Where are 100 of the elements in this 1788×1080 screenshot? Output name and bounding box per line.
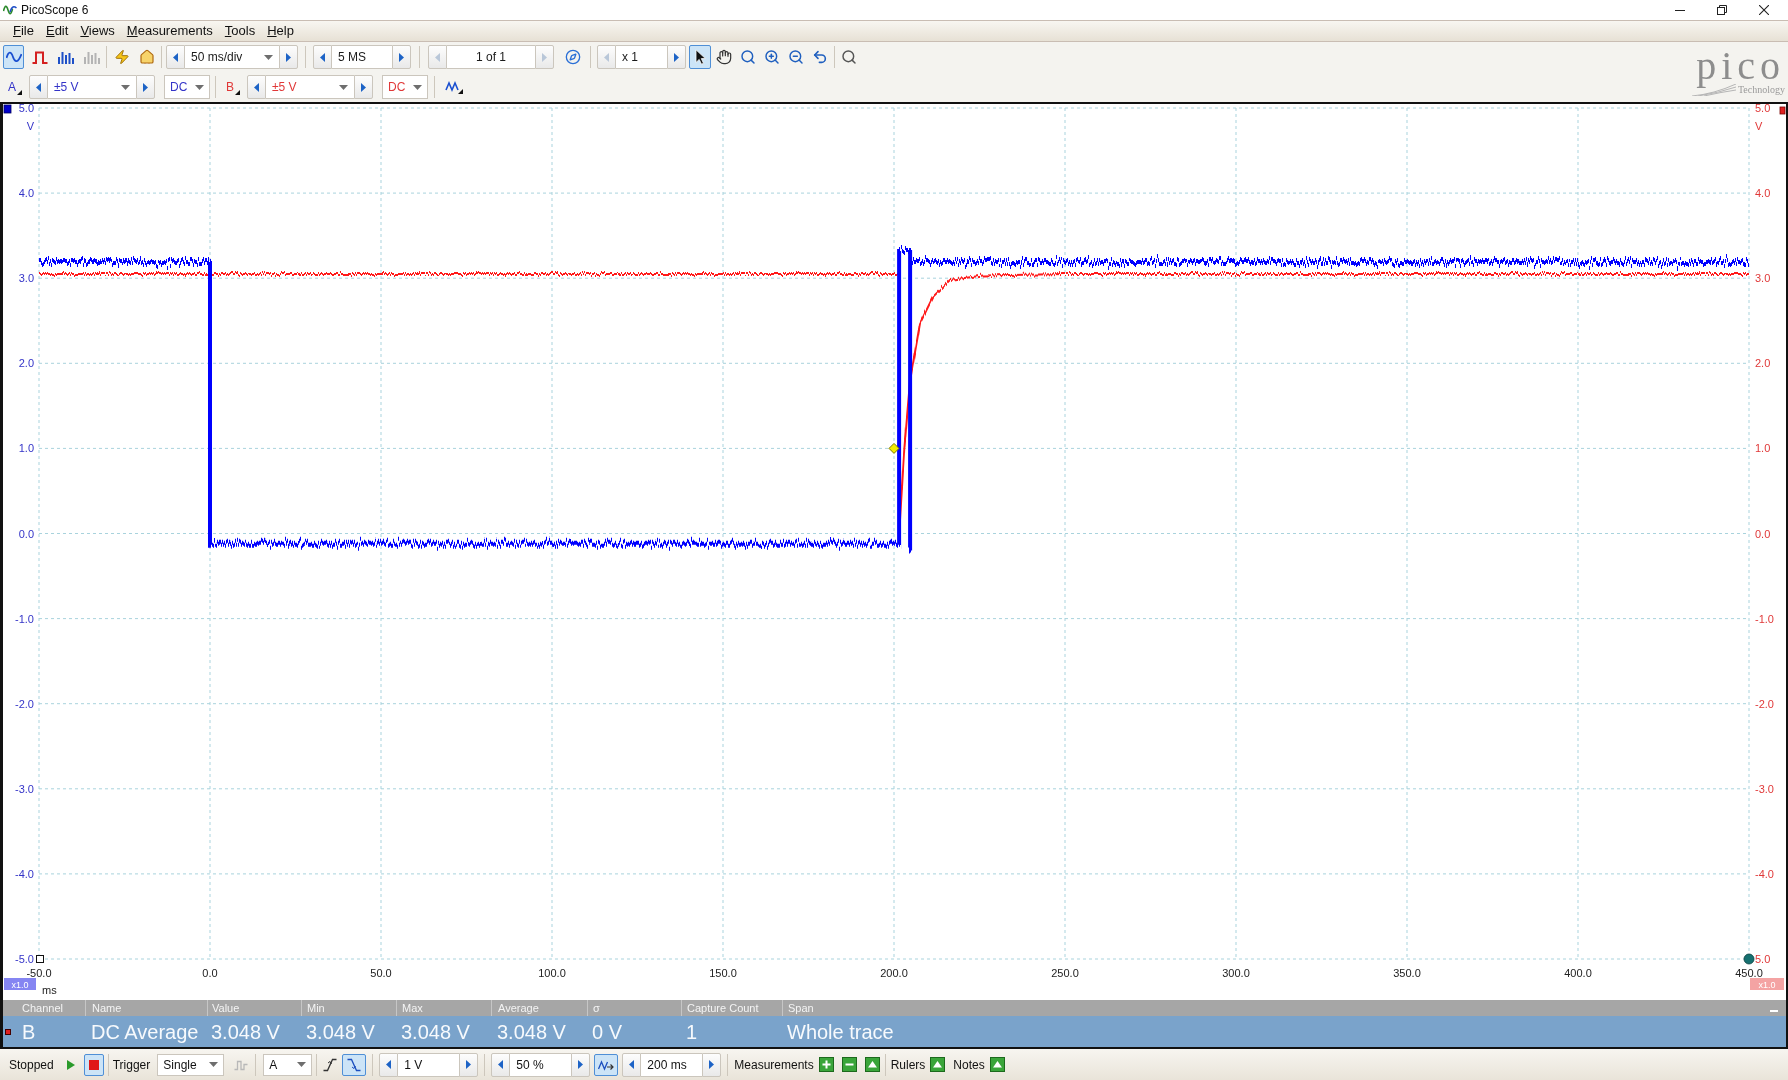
panel-label: Notes [953, 1056, 985, 1074]
step-forward-button[interactable] [354, 75, 373, 99]
cursor-arrow-icon [694, 49, 706, 65]
tick-label: 4.0 [1755, 187, 1771, 200]
caret-left-icon [629, 1060, 635, 1069]
step-back-button[interactable] [313, 45, 332, 69]
tick-label: 100.0 [538, 967, 566, 979]
window-title: PicoScope 6 [21, 2, 89, 19]
coupling-dropdown[interactable]: DC [382, 75, 428, 99]
trigger-mode-dropdown[interactable]: Single [157, 1053, 225, 1076]
dropdown-caret-icon [339, 84, 348, 90]
tick-label: 0.0 [1755, 527, 1771, 540]
tick-label: 150.0 [709, 967, 737, 979]
bar-chart-icon [57, 50, 74, 64]
step-forward-button[interactable] [571, 1052, 591, 1077]
caret-right-icon [399, 52, 404, 62]
step-forward-button[interactable] [667, 45, 686, 69]
table-cell-text: DC Average [90, 1019, 200, 1044]
trigger-source-dropdown[interactable]: A [263, 1053, 313, 1076]
axis-unit-label: V [26, 120, 34, 132]
caret-left-icon [320, 52, 325, 62]
panel-label: Measurements [734, 1056, 814, 1074]
add-button[interactable] [818, 1057, 834, 1072]
axis-unit-label: ms [42, 984, 57, 996]
caret-right-icon [709, 1060, 715, 1069]
buffer-field[interactable]: 1 of 1 [447, 45, 535, 69]
compass-icon [565, 49, 581, 65]
zoom-in-icon [764, 49, 780, 65]
table-cell-text: 3.048 V [305, 1019, 376, 1044]
step-forward-button[interactable] [459, 1052, 479, 1077]
caret-right-icon [361, 82, 366, 92]
tick-label: 300.0 [1222, 967, 1250, 979]
caret-right-icon [143, 82, 148, 92]
menu-item[interactable]: File [7, 22, 40, 40]
threshold-field[interactable]: 1 V [398, 1052, 460, 1077]
menu-item[interactable]: Help [261, 22, 300, 40]
expand-button[interactable] [989, 1057, 1005, 1072]
trigger-marker-icon[interactable] [888, 442, 900, 454]
hand-icon [716, 49, 732, 65]
stop-button[interactable] [83, 1053, 104, 1076]
square-marker-icon[interactable] [36, 955, 44, 963]
caret-left-icon [498, 1060, 504, 1069]
range-dropdown[interactable]: ±5 V [266, 75, 354, 99]
trigger-label: Trigger [112, 1056, 151, 1074]
square-wave-icon [31, 50, 48, 64]
step-back-button[interactable] [166, 45, 185, 69]
expand-button[interactable] [864, 1057, 880, 1072]
caret-left-icon [173, 52, 178, 62]
menu-item[interactable]: Tools [218, 22, 262, 40]
step-forward-button[interactable] [279, 45, 298, 69]
step-forward-button[interactable] [392, 45, 411, 69]
dropdown-caret-icon [413, 84, 422, 90]
tick-label: 0.0 [18, 527, 34, 540]
table-cell-text: 3.048 V [496, 1019, 567, 1044]
step-back-button[interactable] [247, 75, 266, 99]
corner-triangle-icon [17, 90, 22, 95]
menu-item[interactable]: Views [74, 22, 121, 40]
tick-label: 3.0 [1755, 272, 1771, 285]
step-back-button[interactable] [491, 1052, 511, 1077]
remove-button[interactable] [841, 1057, 857, 1072]
table-cell-text: 3.048 V [210, 1019, 281, 1044]
menu-item[interactable]: Measurements [120, 22, 219, 40]
channel-button[interactable]: A [3, 75, 26, 99]
step-back-button[interactable] [622, 1052, 642, 1077]
scope-mode-button[interactable] [3, 45, 24, 69]
corner-triangle-icon [235, 90, 240, 95]
axis-unit-label: V [1755, 120, 1763, 132]
tick-label: -4.0 [15, 867, 34, 880]
expand-button[interactable] [930, 1057, 946, 1072]
coupling-dropdown[interactable]: DC [164, 75, 210, 99]
channel-offset-marker-icon[interactable] [3, 104, 12, 114]
tick-label: 5.0 [18, 104, 34, 114]
step-forward-button[interactable] [702, 1052, 722, 1077]
pre-trigger-field[interactable]: 50 % [510, 1052, 572, 1077]
samples-field[interactable]: 5 MS [332, 45, 392, 69]
channel-button[interactable]: B [221, 75, 244, 99]
step-back-button[interactable] [29, 75, 48, 99]
play-icon [66, 1059, 75, 1070]
run-status-text: Stopped [9, 1056, 54, 1074]
range-dropdown[interactable]: ±5 V [48, 75, 136, 99]
menu-item[interactable]: Edit [39, 22, 75, 40]
channel-offset-marker-icon[interactable] [1779, 106, 1786, 115]
tick-label: -1.0 [15, 612, 34, 625]
step-back-button[interactable] [379, 1052, 399, 1077]
restore-icon [1717, 5, 1727, 15]
dropdown-caret-icon [297, 1062, 307, 1067]
tick-label: -3.0 [1755, 782, 1774, 795]
tick-label: 5.0 [1755, 104, 1771, 114]
delay-toggle-button[interactable] [594, 1053, 619, 1076]
pointer-tool-button[interactable] [689, 45, 711, 69]
step-forward-button[interactable] [136, 75, 155, 99]
caret-right-icon [578, 1060, 584, 1069]
round-marker-icon[interactable] [1743, 953, 1755, 965]
timebase-dropdown[interactable]: 50 ms/div [185, 45, 279, 69]
zoom-factor-field[interactable]: x 1 [616, 45, 667, 69]
falling-edge-button[interactable] [342, 1053, 367, 1076]
tick-label: 350.0 [1393, 967, 1421, 979]
tick-label: 3.0 [18, 272, 34, 285]
lightning-icon [113, 49, 130, 65]
delay-field[interactable]: 200 ms [641, 1052, 703, 1077]
